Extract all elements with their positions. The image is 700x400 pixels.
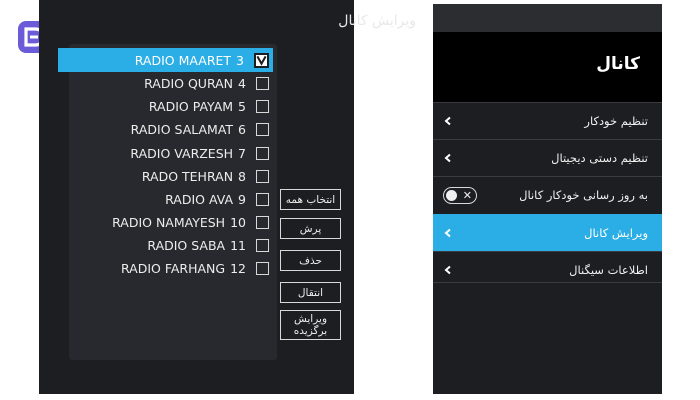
status-strip	[433, 4, 662, 32]
channel-row[interactable]: RADIO AVA 9	[58, 187, 273, 211]
channel-name: RADIO QURAN	[144, 75, 234, 91]
channel-row[interactable]: RADIO SABA 11	[58, 233, 273, 257]
menu-item-manual-digital-tuning[interactable]: تنظیم دستی دیجیتال	[433, 139, 662, 176]
channel-row[interactable]: RADO TEHRAN 8	[58, 164, 273, 188]
chevron-left-icon	[443, 116, 453, 126]
chevron-left-icon	[443, 153, 453, 163]
channel-number: 3	[236, 52, 244, 68]
menu-item-label: به روز رسانی خودکار کانال	[519, 188, 648, 202]
channel-row[interactable]: RADIO PAYAM 5	[58, 94, 273, 118]
channel-row[interactable]: RADIO NAMAYESH 10	[58, 210, 273, 234]
menu-item-auto-channel-update[interactable]: ✕ به روز رسانی خودکار کانال	[433, 176, 662, 213]
channel-number: 9	[238, 191, 246, 207]
auto-update-toggle[interactable]: ✕	[443, 186, 477, 204]
delete-button[interactable]: حذف	[280, 250, 341, 271]
channel-checkbox[interactable]	[256, 122, 269, 136]
channel-checkbox[interactable]	[256, 146, 269, 160]
chevron-left-icon	[443, 228, 453, 238]
channel-row[interactable]: RADIO QURAN 4	[58, 71, 273, 95]
channel-menu-panel: کانال تنظیم خودکار تنظیم دستی دیجیتال ✕ …	[433, 4, 662, 394]
channel-name: RADIO MAARET	[134, 52, 232, 68]
channel-number: 8	[238, 168, 246, 184]
channel-number: 6	[238, 121, 246, 137]
close-icon: ✕	[462, 188, 472, 202]
channel-row[interactable]: RADIO SALAMAT 6	[58, 117, 273, 141]
channel-checkbox[interactable]	[256, 169, 269, 183]
menu-item-edit-channel[interactable]: ویرایش کانال	[433, 214, 662, 251]
channel-name: RADO TEHRAN	[141, 168, 234, 184]
edit-channel-panel: ویرایش کانال RADIO MAARET 3 RADIO QURAN …	[39, 0, 416, 394]
panel-title: ویرایش کانال	[338, 13, 416, 29]
select-all-button[interactable]: انتخاب همه	[280, 189, 341, 210]
channel-checkbox[interactable]	[254, 52, 269, 68]
toggle-knob	[446, 189, 457, 201]
menu-title: کانال	[596, 54, 640, 74]
chevron-left-icon	[443, 265, 453, 275]
channel-checkbox[interactable]	[256, 238, 269, 252]
edit-favorites-button[interactable]: ویرایش برگزیده	[280, 310, 341, 340]
check-icon	[256, 55, 267, 66]
channel-name: RADIO SABA	[147, 237, 226, 253]
menu-item-label: تنظیم خودکار	[584, 114, 648, 128]
edit-favorites-label-line1: ویرایش	[294, 313, 328, 325]
menu-item-label: اطلاعات سیگنال	[569, 263, 648, 277]
skip-button[interactable]: پرش	[280, 218, 341, 239]
channel-name: RADIO NAMAYESH	[112, 214, 226, 230]
channel-name: RADIO PAYAM	[148, 98, 234, 114]
channel-number: 11	[230, 237, 246, 253]
channel-number: 7	[238, 145, 246, 161]
channel-name: RADIO FARHANG	[120, 260, 226, 276]
channel-name: RADIO SALAMAT	[130, 121, 234, 137]
channel-checkbox[interactable]	[256, 99, 269, 113]
channel-name: RADIO AVA	[165, 191, 234, 207]
menu-item-label: ویرایش کانال	[584, 226, 648, 240]
channel-checkbox[interactable]	[256, 192, 269, 206]
channel-row[interactable]: RADIO MAARET 3	[58, 48, 273, 72]
move-button[interactable]: انتقال	[280, 282, 341, 303]
channel-name: RADIO VARZESH	[130, 145, 234, 161]
channel-checkbox[interactable]	[256, 261, 269, 275]
channel-number: 12	[230, 260, 246, 276]
edit-favorites-label-line2: برگزیده	[293, 325, 328, 337]
menu-header: کانال	[433, 32, 662, 102]
channel-checkbox[interactable]	[256, 215, 269, 229]
menu-item-label: تنظیم دستی دیجیتال	[551, 151, 648, 165]
channel-number: 4	[238, 75, 246, 91]
channel-checkbox[interactable]	[256, 76, 269, 90]
channel-row[interactable]: RADIO FARHANG 12	[58, 256, 273, 280]
channel-number: 5	[238, 98, 246, 114]
menu-divider	[433, 282, 662, 283]
menu-item-auto-tuning[interactable]: تنظیم خودکار	[433, 102, 662, 139]
channel-number: 10	[230, 214, 246, 230]
channel-row[interactable]: RADIO VARZESH 7	[58, 141, 273, 165]
